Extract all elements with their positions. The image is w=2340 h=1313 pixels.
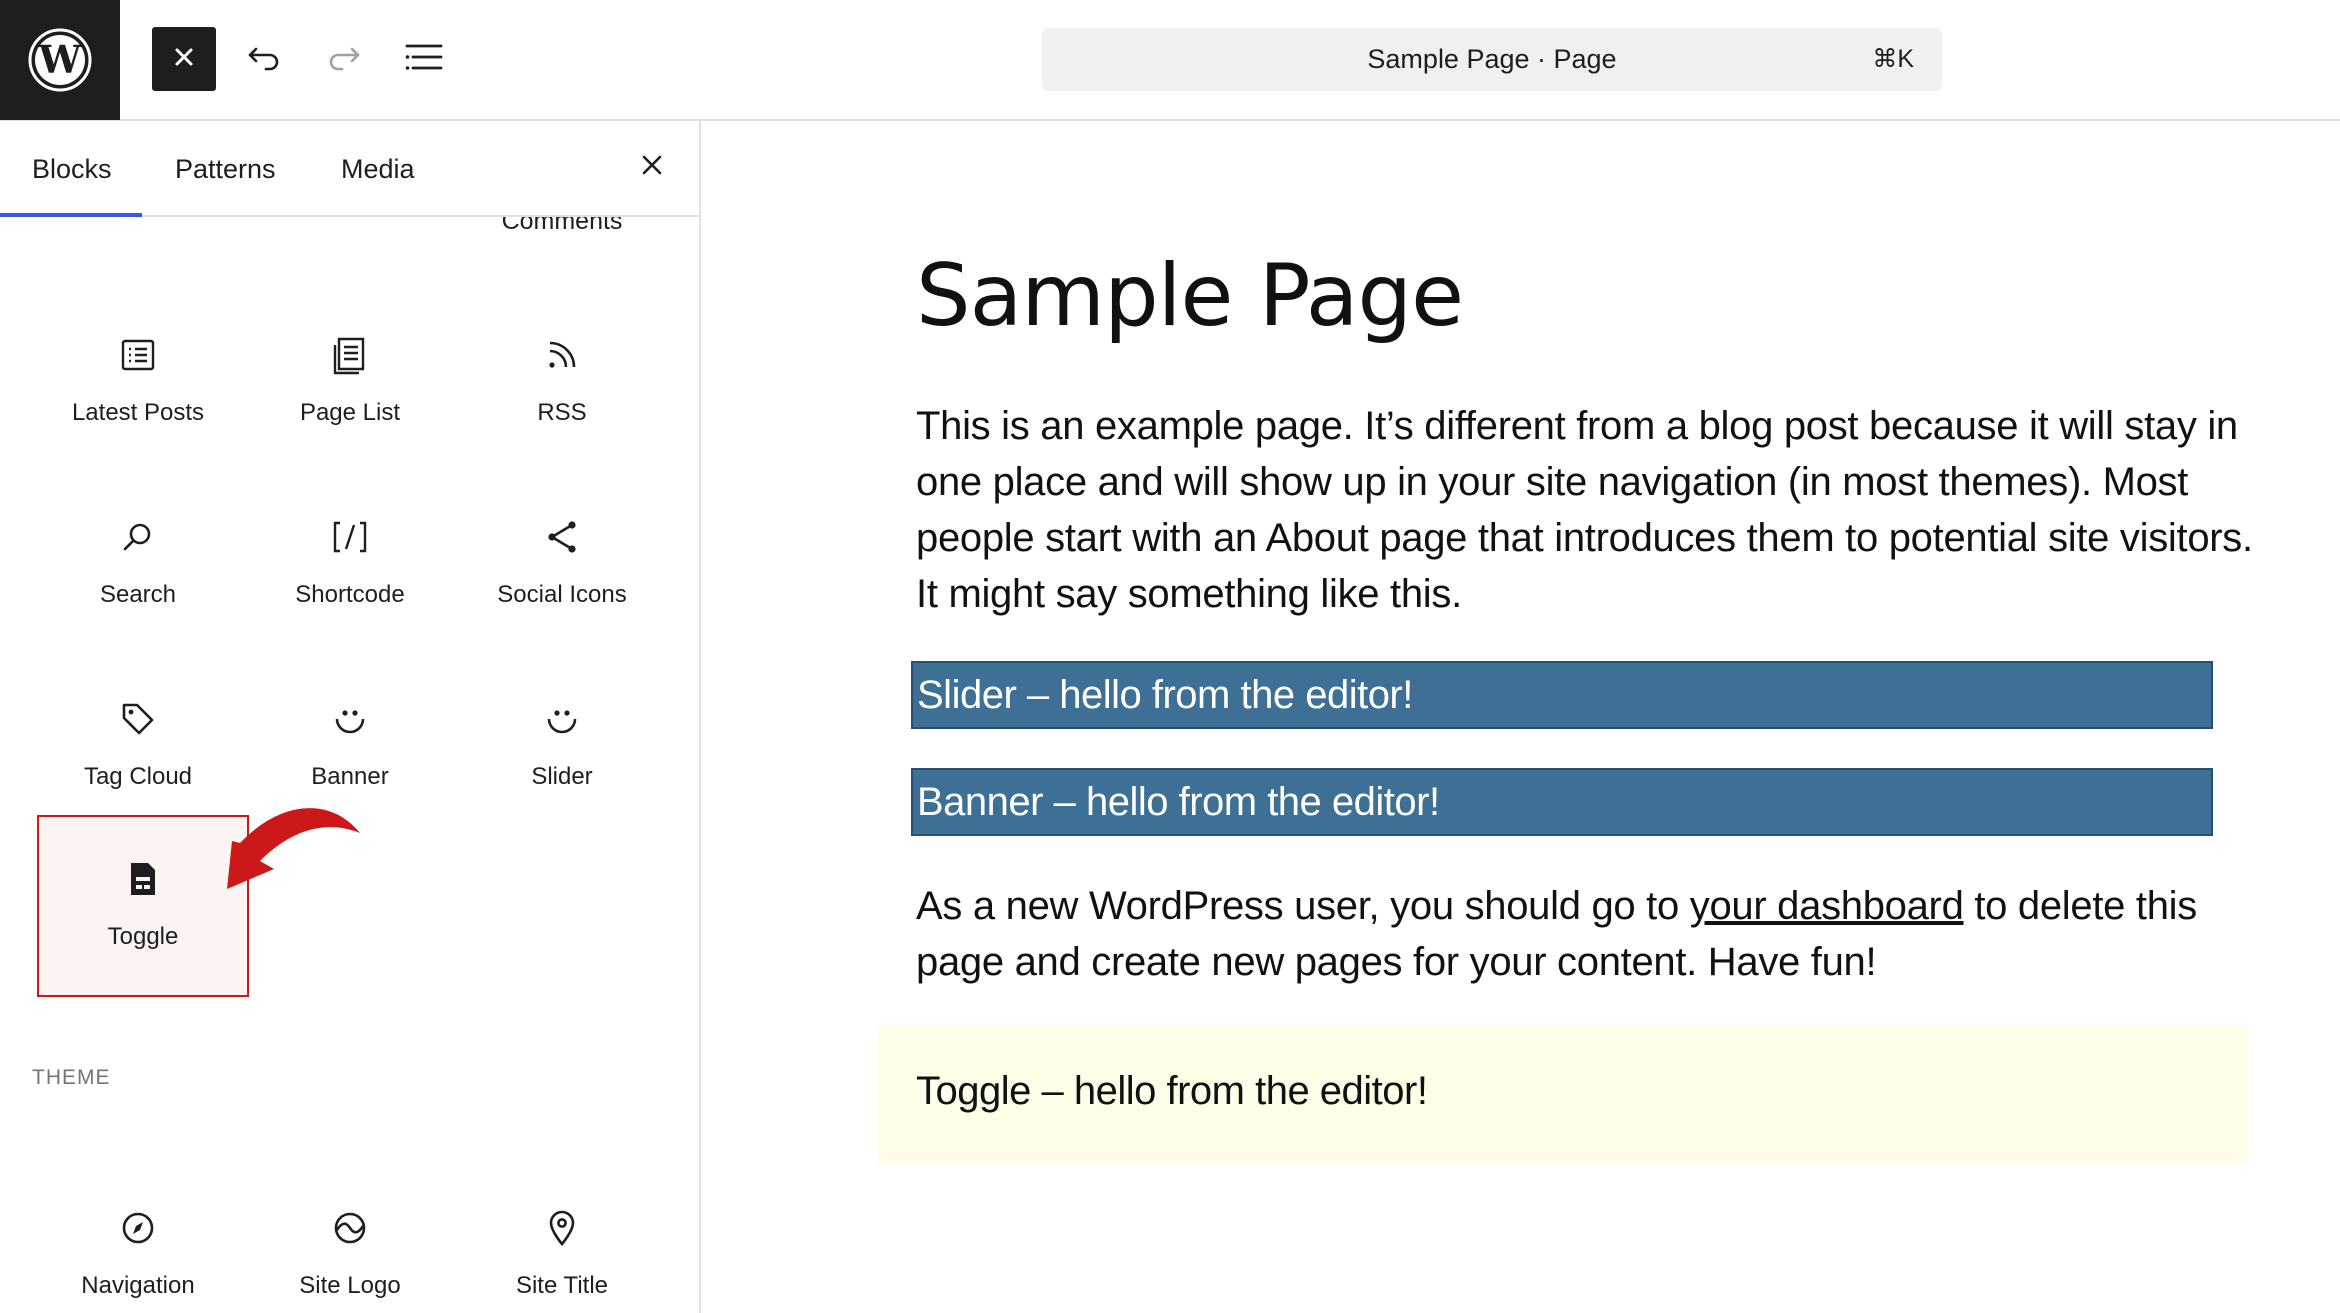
command-palette-bar[interactable]: Sample Page · Page ⌘K [1042, 28, 1942, 91]
paragraph-block[interactable]: This is an example page. It’s different … [916, 398, 2256, 622]
redo-button[interactable] [312, 27, 376, 91]
block-label: Search [99, 581, 177, 608]
undo-icon [246, 39, 282, 80]
map-marker-icon [538, 1204, 586, 1252]
block-label: Site Title [515, 1272, 609, 1299]
block-slider[interactable]: Slider [456, 655, 668, 837]
block-inserter-panel: Comments Blocks Patterns Media Latest Po… [0, 121, 701, 1313]
tab-blocks[interactable]: Blocks [32, 121, 112, 217]
wordpress-logo-icon[interactable]: W [0, 0, 120, 120]
page-list-icon [326, 331, 374, 379]
document-overview-icon [405, 42, 443, 77]
block-site-logo[interactable]: Site Logo [244, 1164, 456, 1313]
rss-icon [538, 331, 586, 379]
block-label: Page List [299, 399, 401, 426]
tab-media[interactable]: Media [341, 121, 415, 217]
undo-button[interactable] [232, 27, 296, 91]
svg-text:W: W [38, 37, 83, 82]
block-label: Navigation [81, 1272, 195, 1299]
block-label: Site Logo [299, 1272, 401, 1299]
block-shortcode[interactable]: Shortcode [244, 473, 456, 655]
latest-posts-icon [114, 331, 162, 379]
active-tab-indicator [0, 213, 142, 217]
slider-block[interactable]: Slider – hello from the editor! [911, 661, 2213, 729]
block-label: Latest Posts [71, 399, 205, 426]
block-navigation[interactable]: Navigation [32, 1164, 244, 1313]
paragraph-text: As a new WordPress user, you should go t… [916, 884, 1690, 928]
dashboard-link[interactable]: your dashboard [1690, 884, 1964, 928]
site-logo-icon [326, 1204, 374, 1252]
toggle-block[interactable]: Toggle – hello from the editor! [878, 1025, 2248, 1163]
block-label: Toggle [107, 923, 179, 950]
block-label: Social Icons [497, 581, 627, 608]
block-latest-posts[interactable]: Latest Posts [32, 291, 244, 473]
block-label: Slider [531, 763, 593, 790]
compass-icon [114, 1204, 162, 1252]
document-title: Sample Page · Page [1367, 44, 1617, 74]
banner-block[interactable]: Banner – hello from the editor! [911, 768, 2213, 836]
smiley-icon [538, 695, 586, 743]
block-social-icons[interactable]: Social Icons [456, 473, 668, 655]
block-page-list[interactable]: Page List [244, 291, 456, 473]
block-rss[interactable]: RSS [456, 291, 668, 473]
form-icon [119, 855, 167, 903]
block-search[interactable]: Search [32, 473, 244, 655]
redo-icon [326, 39, 362, 80]
tab-patterns[interactable]: Patterns [175, 121, 276, 217]
annotation-arrow [227, 808, 360, 889]
editor-header: W Sample Page · Page ⌘K [0, 0, 2340, 121]
search-icon [114, 513, 162, 561]
section-heading-theme: THEME [32, 1066, 111, 1089]
block-inserter-toggle[interactable] [152, 27, 216, 91]
paragraph-block[interactable]: As a new WordPress user, you should go t… [916, 878, 2256, 990]
close-icon [172, 45, 196, 74]
close-icon [634, 155, 670, 187]
shortcode-icon [326, 513, 374, 561]
share-icon [538, 513, 586, 561]
smiley-icon [326, 695, 374, 743]
keyboard-shortcut: ⌘K [1872, 45, 1914, 73]
close-inserter-button[interactable] [634, 147, 670, 183]
block-site-title[interactable]: Site Title [456, 1164, 668, 1313]
editor-canvas: Sample Page This is an example page. It’… [701, 121, 2340, 1313]
toggle-block-text: Toggle – hello from the editor! [916, 1069, 1428, 1113]
block-label: Tag Cloud [83, 763, 193, 790]
tag-icon [114, 695, 162, 743]
block-label: RSS [537, 399, 587, 426]
document-overview-button[interactable] [392, 27, 456, 91]
inserter-tabs: Blocks Patterns Media [0, 121, 699, 217]
block-label: Shortcode [295, 581, 405, 608]
page-title[interactable]: Sample Page [916, 246, 1464, 346]
